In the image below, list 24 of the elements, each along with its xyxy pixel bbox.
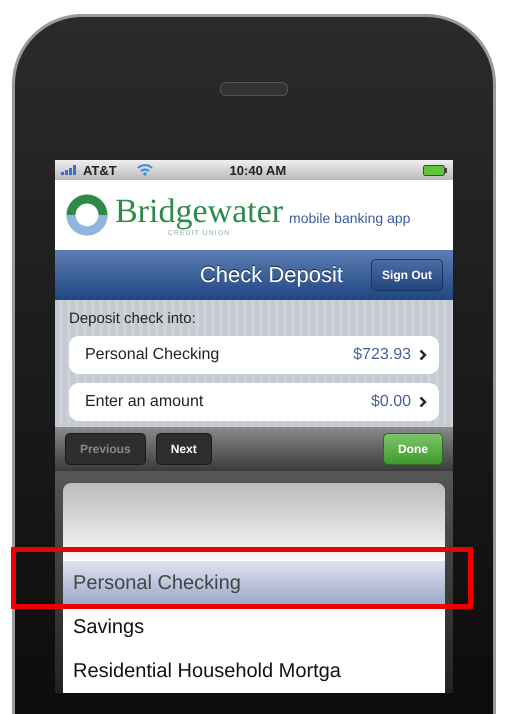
picker-option[interactable]: Personal Checking	[63, 561, 445, 605]
ring-logo-icon	[65, 193, 109, 237]
chevron-icon	[419, 396, 427, 408]
next-button[interactable]: Next	[156, 433, 212, 465]
chevron-icon	[419, 349, 427, 361]
carrier-label: AT&T	[83, 162, 117, 178]
wifi-icon	[136, 164, 153, 176]
form-label: Deposit check into:	[69, 310, 197, 327]
row-label: Personal Checking	[85, 346, 220, 364]
brand-name: Bridgewater	[115, 194, 284, 230]
account-row[interactable]: Enter an amount $0.00	[69, 383, 439, 421]
account-row[interactable]: Personal Checking $723.93	[69, 336, 439, 374]
tagline: mobile banking app	[289, 210, 410, 226]
picker-option[interactable]: Savings	[63, 605, 445, 649]
sign-out-button[interactable]: Sign Out	[371, 259, 443, 291]
battery-icon	[423, 164, 447, 176]
clock-time: 10:40 AM	[228, 162, 288, 178]
picker-option[interactable]: Residential Household Mortga	[63, 649, 445, 693]
speaker-slot	[220, 82, 288, 96]
signal-icon	[61, 165, 77, 175]
row-value: $0.00	[370, 393, 411, 411]
screen-title: Check Deposit	[200, 262, 343, 288]
row-label: Enter an amount	[85, 393, 204, 411]
row-value: $723.93	[353, 346, 411, 364]
